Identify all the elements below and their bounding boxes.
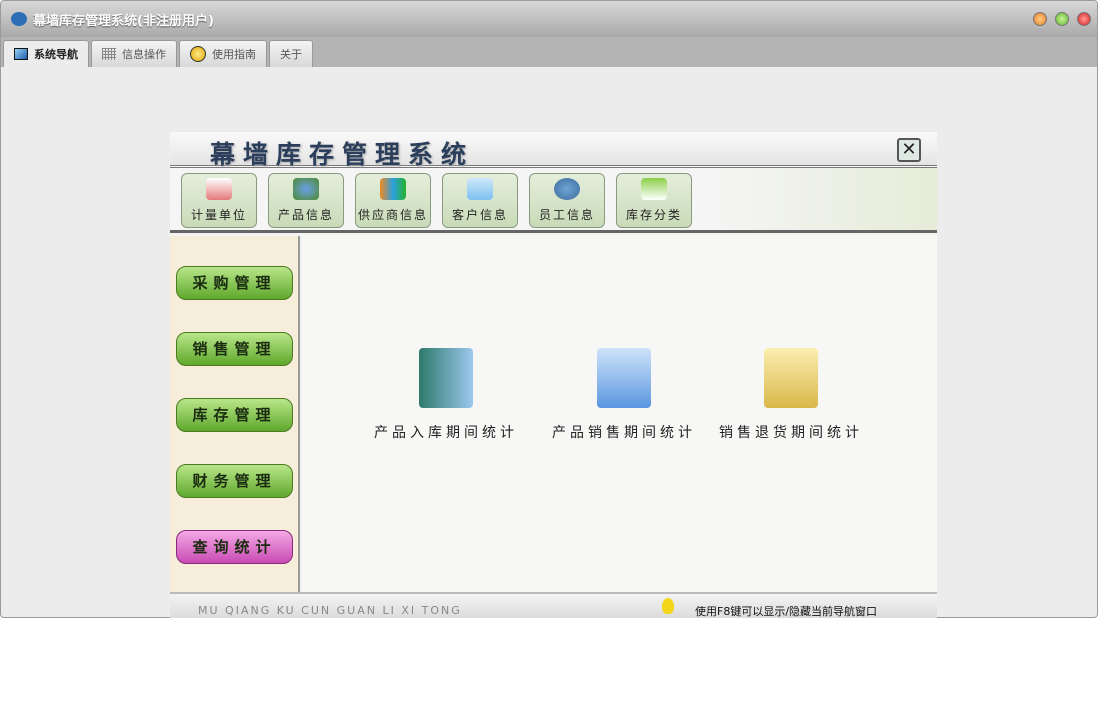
tab-guide[interactable]: 使用指南 [179, 40, 267, 67]
toolbar-customer[interactable]: 客户信息 [442, 173, 518, 228]
category-icon [641, 178, 667, 200]
tab-label: 使用指南 [212, 48, 256, 61]
app-logo-icon [11, 12, 27, 26]
sales-stats[interactable]: 产品销售期间统计 [552, 348, 696, 442]
toolbar-label: 库存分类 [625, 208, 682, 222]
tab-label: 关于 [280, 48, 302, 61]
sidebar-purchase[interactable]: 采购管理 [176, 266, 293, 300]
sidebar: 采购管理 销售管理 库存管理 财务管理 查询统计 [170, 236, 300, 592]
tab-bar: 系统导航 信息操作 使用指南 关于 [1, 37, 1097, 67]
monitor-icon [14, 48, 28, 60]
toolbar-label: 供应商信息 [357, 208, 428, 222]
customer-icon [467, 178, 493, 200]
sidebar-query-stats[interactable]: 查询统计 [176, 530, 293, 564]
employee-icon [554, 178, 580, 200]
toolbar-unit[interactable]: 计量单位 [181, 173, 257, 228]
main-area: 产品入库期间统计 产品销售期间统计 销售退货期间统计 [302, 236, 937, 592]
returns-stats[interactable]: 销售退货期间统计 [719, 348, 863, 442]
item-label: 产品销售期间统计 [552, 425, 696, 441]
toolbar-products[interactable]: 产品信息 [268, 173, 344, 228]
close-window-button[interactable] [1077, 12, 1091, 26]
toolbar-label: 员工信息 [538, 208, 595, 222]
item-label: 产品入库期间统计 [374, 425, 518, 441]
tab-system-nav[interactable]: 系统导航 [3, 40, 89, 67]
supplier-icon [380, 178, 406, 200]
minimize-button[interactable] [1033, 12, 1047, 26]
window-title: 幕墙库存管理系统(非注册用户) [33, 13, 214, 29]
panel-title: 幕墙库存管理系统 [210, 140, 475, 169]
toolbar-employee[interactable]: 员工信息 [529, 173, 605, 228]
stock-in-stats[interactable]: 产品入库期间统计 [374, 348, 518, 442]
lightbulb-icon [662, 598, 674, 614]
sidebar-finance[interactable]: 财务管理 [176, 464, 293, 498]
footer-hint: 使用F8键可以显示/隐藏当前导航窗口 [695, 605, 878, 618]
products-icon [293, 178, 319, 200]
footer-pinyin: MU QIANG KU CUN GUAN LI XI TONG [198, 604, 462, 617]
toolbar-label: 客户信息 [451, 208, 508, 222]
sidebar-inventory[interactable]: 库存管理 [176, 398, 293, 432]
book-icon [206, 178, 232, 200]
tab-label: 信息操作 [122, 48, 166, 61]
tab-info-ops[interactable]: 信息操作 [91, 40, 177, 67]
title-bar: 幕墙库存管理系统(非注册用户) [1, 1, 1097, 37]
toolbar: 计量单位 产品信息 供应商信息 客户信息 员工信息 库存分类 [170, 168, 937, 233]
help-icon [190, 46, 206, 62]
maximize-button[interactable] [1055, 12, 1069, 26]
toolbar-supplier[interactable]: 供应商信息 [355, 173, 431, 228]
nav-panel: 幕墙库存管理系统 ✕ 计量单位 产品信息 供应商信息 客户信息 员工信息 库存分类… [170, 132, 937, 618]
tab-about[interactable]: 关于 [269, 40, 313, 67]
item-label: 销售退货期间统计 [719, 425, 863, 441]
grid-icon [102, 48, 116, 60]
book-search-icon [419, 348, 473, 408]
toolbar-label: 产品信息 [277, 208, 334, 222]
close-panel-button[interactable]: ✕ [897, 138, 921, 162]
document-search-icon [597, 348, 651, 408]
sidebar-sales[interactable]: 销售管理 [176, 332, 293, 366]
tab-label: 系统导航 [34, 48, 78, 61]
folder-search-icon [764, 348, 818, 408]
toolbar-category[interactable]: 库存分类 [616, 173, 692, 228]
toolbar-label: 计量单位 [190, 208, 247, 222]
footer: MU QIANG KU CUN GUAN LI XI TONG 使用F8键可以显… [170, 592, 937, 618]
